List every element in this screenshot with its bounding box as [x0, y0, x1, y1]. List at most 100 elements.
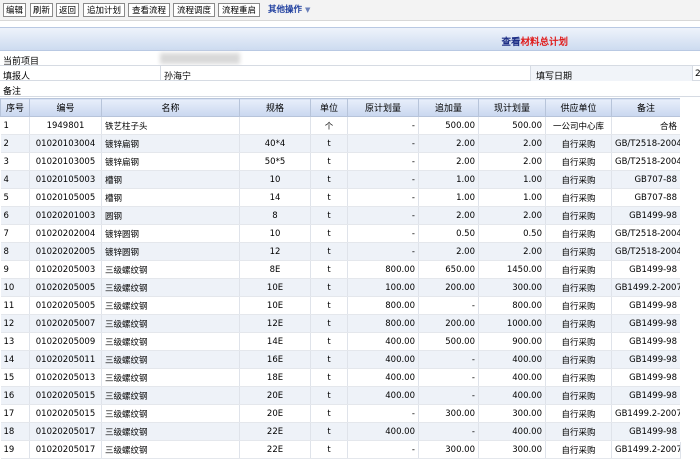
append-plan-button[interactable]: 追加计划	[83, 3, 125, 17]
edit-button[interactable]: 编辑	[3, 3, 26, 17]
col-remark-cell: GB1499-98	[611, 332, 681, 351]
table-row[interactable]: 17 01020205015 三级螺纹钢 20E t -300.00 300.00 自行采购 G…	[0, 404, 681, 423]
col-seq-cell: 12	[0, 314, 30, 333]
col-original-qty-cell: 400.00	[347, 350, 419, 369]
col-unit-cell: t	[310, 422, 348, 441]
col-spec-cell: 40*4	[239, 134, 311, 153]
col-remark-cell: 合格	[611, 116, 681, 135]
col-seq-cell: 19	[0, 440, 30, 459]
fill-date-value-cell: 2	[692, 66, 700, 81]
table-row[interactable]: 13 01020205009 三级螺纹钢 14E t 400.00 500.00 900.00…	[0, 332, 681, 351]
remark-label: 备注	[3, 87, 22, 97]
table-row[interactable]: 15 01020205013 三级螺纹钢 18E t 400.00-400.00 自行采购 G…	[0, 368, 681, 387]
col-original-qty-cell: 400.00	[347, 386, 419, 405]
redacted-project-name	[160, 53, 240, 64]
col-code-cell: 01020205015	[29, 404, 102, 423]
table-row[interactable]: 19 01020205017 三级螺纹钢 22E t -300.00 300.00 自行采购 G…	[0, 440, 681, 459]
table-row[interactable]: 9 01020205003 三级螺纹钢 8E t 800.00 650.00 1450.00 自…	[0, 260, 681, 279]
col-spec-cell: 18E	[239, 368, 311, 387]
col-supplier-cell: 自行采购	[545, 152, 612, 171]
col-name-cell: 三级螺纹钢	[101, 332, 240, 351]
col-seq-cell: 1	[0, 116, 30, 135]
table-row[interactable]: 14 01020205011 三级螺纹钢 16E t 400.00-400.00 自行采购 G…	[0, 350, 681, 369]
flow-dispatch-button[interactable]: 流程调度	[173, 3, 215, 17]
col-remark-cell: GB1499-98	[611, 350, 681, 369]
table-row[interactable]: 18 01020205017 三级螺纹钢 22E t 400.00-400.00 自行采购 G…	[0, 422, 681, 441]
back-button[interactable]: 返回	[56, 3, 79, 17]
col-seq-header[interactable]: 序号	[0, 98, 30, 117]
table-row[interactable]: 6 01020201003 圆钢 8 t -2.00 2.00 自行采购 GB1499-98	[0, 206, 681, 225]
table-row[interactable]: 1 1949801 铁艺柱子头个 -500.00 500.00 一公司中心库 合格	[0, 116, 681, 135]
col-current-qty-cell: 400.00	[478, 422, 546, 441]
col-remark-cell: GB1499.2-2007	[611, 440, 681, 459]
col-added-qty-cell: 2.00	[418, 242, 479, 261]
col-supplier-header[interactable]: 供应单位	[545, 98, 612, 117]
col-name-cell: 三级螺纹钢	[101, 350, 240, 369]
col-original-qty-header[interactable]: 原计划量	[347, 98, 419, 117]
page-title: 查看材料总计划	[501, 34, 568, 48]
col-seq-cell: 7	[0, 224, 30, 243]
col-seq-cell: 4	[0, 170, 30, 189]
col-added-qty-cell: 200.00	[418, 314, 479, 333]
col-remark-cell: GB1499-98	[611, 386, 681, 405]
col-original-qty-cell: -	[347, 170, 419, 189]
col-added-qty-header[interactable]: 追加量	[418, 98, 479, 117]
col-name-cell: 镀锌圆钢	[101, 242, 240, 261]
table-row[interactable]: 5 01020105005 槽钢 14 t -1.00 1.00 自行采购 GB707-88	[0, 188, 681, 207]
col-code-cell: 01020205007	[29, 314, 102, 333]
col-code-cell: 01020205015	[29, 386, 102, 405]
table-row[interactable]: 16 01020205015 三级螺纹钢 20E t 400.00-400.00 自行采购 G…	[0, 386, 681, 405]
col-spec-cell: 50*5	[239, 152, 311, 171]
table-row[interactable]: 3 01020103005 镀锌扁钢 50*5 t -2.00 2.00 自行采购 GB/T25…	[0, 152, 681, 171]
table-row[interactable]: 7 01020202004 镀锌圆钢 10 t -0.50 0.50 自行采购 GB/T2518…	[0, 224, 681, 243]
col-remark-cell: GB/T2518-2004	[611, 242, 681, 261]
col-original-qty-cell: -	[347, 116, 419, 135]
other-actions-menu[interactable]: 其他操作 ▼	[268, 3, 310, 17]
col-code-cell: 01020201003	[29, 206, 102, 225]
col-code-cell: 01020205011	[29, 350, 102, 369]
col-current-qty-header[interactable]: 现计划量	[478, 98, 546, 117]
table-row[interactable]: 11 01020205005 三级螺纹钢 10E t 800.00-800.00 自行采购 G…	[0, 296, 681, 315]
col-unit-header[interactable]: 单位	[310, 98, 348, 117]
table-row[interactable]: 8 01020202005 镀锌圆钢 12 t -2.00 2.00 自行采购 GB/T2518…	[0, 242, 681, 261]
col-current-qty-cell: 900.00	[478, 332, 546, 351]
col-remark-cell: GB/T2518-2004	[611, 152, 681, 171]
col-current-qty-cell: 500.00	[478, 116, 546, 135]
title-prefix: 查看	[501, 37, 521, 48]
col-code-cell: 01020205005	[29, 296, 102, 315]
col-original-qty-cell: 100.00	[347, 278, 419, 297]
col-remark-cell: GB1499.2-2007	[611, 404, 681, 423]
col-code-header[interactable]: 编号	[29, 98, 102, 117]
col-supplier-cell: 自行采购	[545, 368, 612, 387]
col-seq-cell: 16	[0, 386, 30, 405]
col-unit-cell: t	[310, 296, 348, 315]
col-original-qty-cell: 400.00	[347, 368, 419, 387]
col-supplier-cell: 自行采购	[545, 314, 612, 333]
col-added-qty-cell: 200.00	[418, 278, 479, 297]
col-original-qty-cell: -	[347, 440, 419, 459]
table-row[interactable]: 12 01020205007 三级螺纹钢 12E t 800.00 200.00 1000.0…	[0, 314, 681, 333]
col-spec-header[interactable]: 规格	[239, 98, 311, 117]
col-added-qty-cell: 2.00	[418, 152, 479, 171]
col-seq-cell: 6	[0, 206, 30, 225]
toolbar: 编辑 刷新 返回 追加计划 查看流程 流程调度 流程重启 其他操作 ▼	[0, 0, 700, 21]
flow-restart-button[interactable]: 流程重启	[218, 3, 260, 17]
col-remark-header[interactable]: 备注	[611, 98, 681, 117]
col-supplier-cell: 自行采购	[545, 350, 612, 369]
col-current-qty-cell: 300.00	[478, 278, 546, 297]
col-supplier-cell: 自行采购	[545, 422, 612, 441]
right-margin	[680, 98, 700, 442]
col-seq-cell: 5	[0, 188, 30, 207]
col-current-qty-cell: 400.00	[478, 386, 546, 405]
col-added-qty-cell: -	[418, 350, 479, 369]
col-name-header[interactable]: 名称	[101, 98, 240, 117]
table-row[interactable]: 4 01020105003 槽钢 10 t -1.00 1.00 自行采购 GB707-88	[0, 170, 681, 189]
col-unit-cell: t	[310, 152, 348, 171]
col-seq-cell: 8	[0, 242, 30, 261]
view-flow-button[interactable]: 查看流程	[128, 3, 170, 17]
col-remark-cell: GB1499-98	[611, 260, 681, 279]
refresh-button[interactable]: 刷新	[30, 3, 53, 17]
table-row[interactable]: 10 01020205005 三级螺纹钢 10E t 100.00 200.00 300.00…	[0, 278, 681, 297]
col-unit-cell: t	[310, 350, 348, 369]
table-row[interactable]: 2 01020103004 镀锌扁钢 40*4 t -2.00 2.00 自行采购 GB/T25…	[0, 134, 681, 153]
